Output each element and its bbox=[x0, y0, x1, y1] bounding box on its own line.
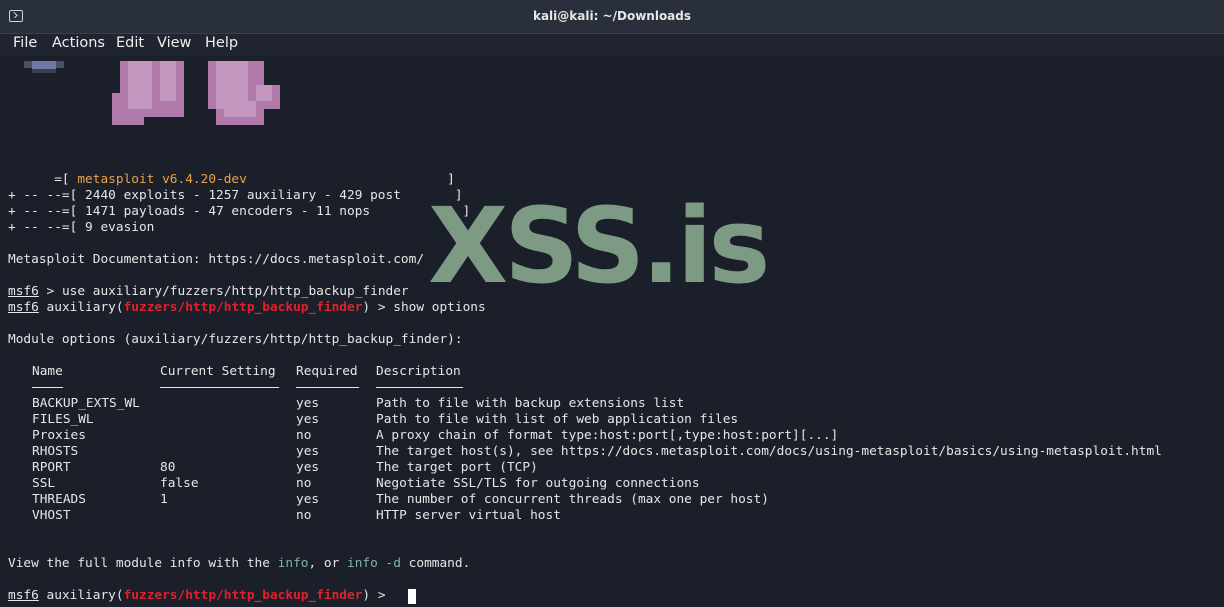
prompt-label: msf6 bbox=[8, 588, 39, 603]
option-description: The target port (TCP) bbox=[376, 460, 538, 475]
col-header-name: Name bbox=[32, 364, 63, 379]
terminal-output[interactable]: =[ metasploit v6.4.20-dev ] + -- --=[ 24… bbox=[0, 56, 1224, 607]
option-required: no bbox=[296, 476, 312, 491]
option-description: The target host(s), see https://docs.met… bbox=[376, 444, 1162, 459]
command-line-2: msf6 auxiliary(fuzzers/http/http_backup_… bbox=[8, 300, 486, 315]
banner-line-4: + -- --=[ 9 evasion ] bbox=[8, 220, 463, 235]
module-path: fuzzers/http/http_backup_finder bbox=[123, 588, 363, 603]
text-cursor bbox=[408, 589, 416, 604]
option-required: yes bbox=[296, 412, 320, 427]
col-header-description: Description bbox=[376, 364, 461, 379]
option-name: Proxies bbox=[32, 428, 86, 443]
title-bar: kali@kali: ~/Downloads bbox=[0, 0, 1224, 34]
option-current-setting: 80 bbox=[160, 460, 176, 475]
info-link: info bbox=[277, 556, 309, 571]
banner-line-2: + -- --=[ 2440 exploits - 1257 auxiliary… bbox=[8, 188, 463, 203]
option-name: VHOST bbox=[32, 508, 71, 523]
option-description: Path to file with list of web applicatio… bbox=[376, 412, 739, 427]
col-header-current: Current Setting bbox=[160, 364, 276, 379]
option-required: yes bbox=[296, 444, 320, 459]
banner-line-1: =[ metasploit v6.4.20-dev ] bbox=[8, 172, 455, 187]
current-prompt[interactable]: msf6 auxiliary(fuzzers/http/http_backup_… bbox=[8, 588, 393, 604]
prompt-label: msf6 bbox=[8, 300, 39, 315]
option-name: THREADS bbox=[32, 492, 86, 507]
option-required: no bbox=[296, 508, 312, 523]
window-title: kali@kali: ~/Downloads bbox=[532, 9, 692, 23]
col-header-required: Required bbox=[296, 364, 358, 379]
module-options-line: Module options (auxiliary/fuzzers/http/h… bbox=[8, 332, 463, 347]
prompt-label: msf6 bbox=[8, 284, 39, 299]
option-required: yes bbox=[296, 396, 320, 411]
option-description: The number of concurrent threads (max on… bbox=[376, 492, 769, 507]
docs-line: Metasploit Documentation: https://docs.m… bbox=[8, 252, 425, 267]
watermark: XSS.is bbox=[428, 185, 770, 307]
option-description: Path to file with backup extensions list bbox=[376, 396, 685, 411]
menu-edit[interactable]: Edit bbox=[116, 35, 144, 51]
menu-view[interactable]: View bbox=[157, 35, 191, 51]
module-path: fuzzers/http/http_backup_finder bbox=[123, 300, 363, 315]
option-current-setting: false bbox=[160, 476, 199, 491]
banner-line-3: + -- --=[ 1471 payloads - 47 encoders - … bbox=[8, 204, 471, 219]
option-required: no bbox=[296, 428, 312, 443]
option-description: Negotiate SSL/TLS for outgoing connectio… bbox=[376, 476, 700, 491]
option-name: FILES_WL bbox=[32, 412, 94, 427]
option-required: yes bbox=[296, 492, 320, 507]
version-text: metasploit v6.4.20-dev bbox=[77, 172, 247, 187]
option-name: SSL bbox=[32, 476, 56, 491]
option-description: A proxy chain of format type:host:port[,… bbox=[376, 428, 839, 443]
command-line-1: msf6 > use auxiliary/fuzzers/http/http_b… bbox=[8, 284, 409, 299]
option-description: HTTP server virtual host bbox=[376, 508, 561, 523]
info-d-link: info -d bbox=[347, 556, 401, 571]
option-current-setting: 1 bbox=[160, 492, 168, 507]
option-name: BACKUP_EXTS_WL bbox=[32, 396, 140, 411]
info-line: View the full module info with the info,… bbox=[8, 556, 471, 571]
option-name: RHOSTS bbox=[32, 444, 79, 459]
menu-actions[interactable]: Actions bbox=[52, 35, 105, 51]
menu-help[interactable]: Help bbox=[205, 35, 238, 51]
menu-file[interactable]: File bbox=[13, 35, 37, 51]
option-required: yes bbox=[296, 460, 320, 475]
menu-bar: File Actions Edit View Help bbox=[0, 34, 1224, 56]
option-name: RPORT bbox=[32, 460, 71, 475]
